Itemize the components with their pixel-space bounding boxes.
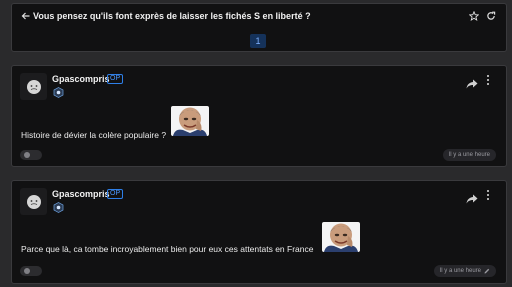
- refresh-icon[interactable]: [485, 10, 497, 22]
- author-name[interactable]: Gpascompris: [52, 74, 110, 85]
- share-icon[interactable]: [466, 76, 478, 89]
- rank-icon: [52, 201, 64, 213]
- topic-header: Vous pensez qu'ils font exprès de laisse…: [11, 3, 507, 52]
- timestamp-text: Il y a une heure: [439, 268, 481, 274]
- rank-icon: [52, 86, 64, 98]
- avatar-icon[interactable]: [20, 188, 47, 215]
- toggle-switch[interactable]: [20, 150, 42, 160]
- page-1-button[interactable]: 1: [250, 34, 266, 48]
- more-options-icon[interactable]: [485, 189, 491, 201]
- avatar-icon[interactable]: [20, 73, 47, 100]
- toggle-switch[interactable]: [20, 266, 42, 276]
- pencil-icon: [484, 268, 490, 274]
- topic-title: Vous pensez qu'ils font exprès de laisse…: [33, 11, 311, 21]
- share-icon[interactable]: [466, 191, 478, 204]
- op-badge: OP: [107, 74, 124, 84]
- post-timestamp[interactable]: Il y a une heure: [442, 149, 496, 161]
- post-content: Parce que là, ca tombe incroyablement bi…: [21, 244, 314, 254]
- post-content: Histoire de dévier la colère populaire ?: [21, 130, 167, 140]
- post-card: Gpascompris OP Parce que là, ca tombe in…: [11, 180, 507, 284]
- timestamp-text: Il y a une heure: [448, 152, 490, 158]
- back-arrow-icon[interactable]: [20, 10, 32, 22]
- author-name[interactable]: Gpascompris: [52, 189, 110, 200]
- post-card: Gpascompris OP Histoire de dévier la col…: [11, 65, 507, 167]
- post-timestamp[interactable]: Il y a une heure: [433, 265, 496, 277]
- op-badge: OP: [107, 189, 124, 199]
- sticker-image: [322, 222, 360, 252]
- sticker-image: [171, 106, 209, 136]
- more-options-icon[interactable]: [485, 74, 491, 86]
- star-icon[interactable]: [468, 10, 480, 22]
